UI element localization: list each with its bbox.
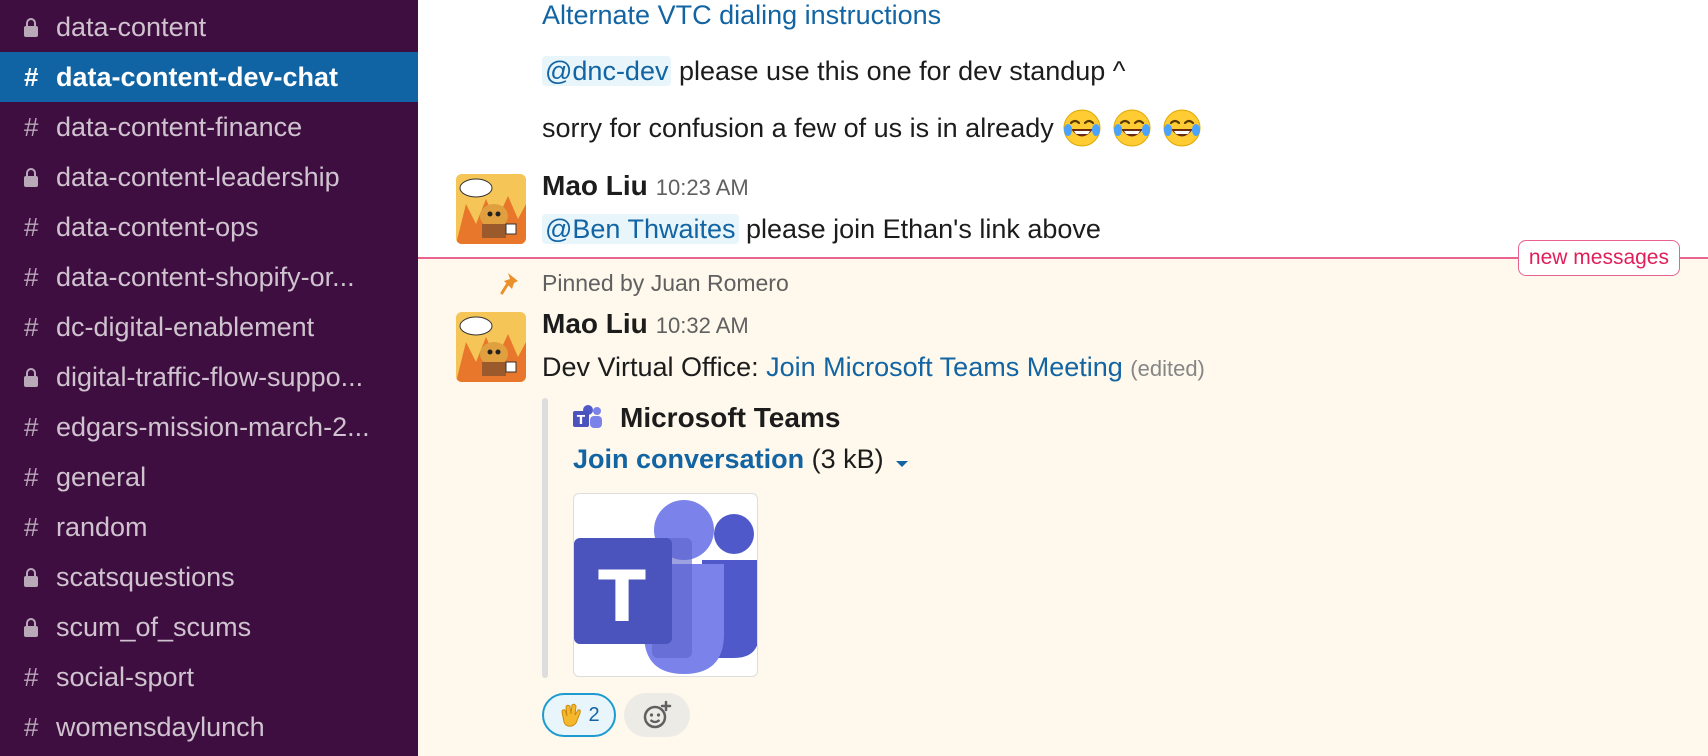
hash-icon: #: [24, 311, 39, 342]
sidebar-item-label: data-content-leadership: [56, 161, 340, 192]
sidebar-item-data-content-dev-chat[interactable]: # data-content-dev-chat: [0, 52, 418, 102]
lock-icon: [24, 167, 56, 187]
sidebar-item-scum_of_scums[interactable]: scum_of_scums: [0, 602, 418, 652]
sidebar-item-label: dc-digital-enablement: [56, 311, 315, 342]
channel-sidebar: data-content # data-content-dev-chat # data-…: [0, 0, 418, 756]
new-messages-badge: new messages: [1517, 240, 1680, 276]
attachment-service-name: Microsoft Teams: [620, 402, 841, 433]
message-header: Mao Liu 10:23 AM: [542, 170, 749, 202]
sidebar-item-label: social-sport: [56, 661, 195, 692]
sidebar-item-womensdaylunch[interactable]: # womensdaylunch: [0, 702, 418, 752]
lock-icon: [24, 17, 56, 37]
sidebar-item-label: general: [56, 461, 147, 492]
sidebar-item-digital-traffic-flow-suppo[interactable]: digital-traffic-flow-suppo...: [0, 352, 418, 402]
clap-reaction[interactable]: 2: [542, 693, 616, 737]
hash-icon: #: [24, 211, 39, 242]
avatar[interactable]: [456, 312, 526, 382]
joy-emoji-icon[interactable]: [1112, 108, 1152, 148]
mention-dnc-dev[interactable]: @dnc-dev: [542, 56, 672, 86]
chevron-down-icon[interactable]: [895, 445, 909, 476]
add-reaction-icon: [642, 700, 672, 730]
sidebar-item-data-content-leadership[interactable]: data-content-leadership: [0, 152, 418, 202]
sidebar-item-label: data-content-finance: [56, 111, 303, 142]
hash-icon: #: [24, 261, 39, 292]
hash-icon: #: [24, 511, 39, 542]
hash-icon: #: [24, 461, 39, 492]
sidebar-item-data-content[interactable]: data-content: [0, 2, 418, 52]
author-name[interactable]: Mao Liu: [542, 170, 648, 202]
hash-icon: #: [24, 61, 39, 92]
pinned-by-label: Pinned by Juan Romero: [542, 270, 789, 296]
sidebar-item-label: data-content-ops: [56, 211, 259, 242]
sidebar-item-label: data-content-dev-chat: [56, 61, 339, 92]
hash-icon: #: [24, 661, 39, 692]
svg-text:T: T: [598, 556, 646, 638]
message-text: Dev Virtual Office:: [542, 352, 759, 382]
pinned-message-body: Dev Virtual Office: Join Microsoft Teams…: [542, 352, 1205, 383]
sidebar-item-label: womensdaylunch: [56, 711, 265, 742]
sidebar-item-scatsquestions[interactable]: scatsquestions: [0, 552, 418, 602]
vtc-instructions-link[interactable]: Alternate VTC dialing instructions: [542, 0, 941, 31]
sidebar-item-general[interactable]: # general: [0, 452, 418, 502]
sidebar-item-data-content-shopify-or[interactable]: # data-content-shopify-or...: [0, 252, 418, 302]
sidebar-item-data-content-ops[interactable]: # data-content-ops: [0, 202, 418, 252]
message-text: please join Ethan's link above: [746, 214, 1101, 244]
sidebar-item-label: scum_of_scums: [56, 611, 252, 642]
message-text: sorry for confusion a few of us is in al…: [542, 112, 1054, 143]
sidebar-item-dc-digital-enablement[interactable]: # dc-digital-enablement: [0, 302, 418, 352]
edited-label: (edited): [1130, 356, 1205, 381]
hash-icon: #: [24, 711, 39, 742]
sidebar-item-label: digital-traffic-flow-suppo...: [56, 361, 364, 392]
sidebar-item-edgars-mission-march-2[interactable]: # edgars-mission-march-2...: [0, 402, 418, 452]
attachment-link-row: Join conversation (3 kB): [573, 444, 909, 476]
message-dnc-dev: @dnc-dev please use this one for dev sta…: [542, 56, 1125, 87]
timestamp[interactable]: 10:23 AM: [656, 175, 749, 201]
hash-icon: #: [24, 111, 39, 142]
sidebar-item-label: random: [56, 511, 148, 542]
pinned-message-header: Mao Liu 10:32 AM: [542, 308, 749, 340]
sidebar-item-label: data-content-shopify-or...: [56, 261, 355, 292]
new-messages-divider: [418, 257, 1708, 259]
message-text: please use this one for dev standup ^: [678, 56, 1126, 86]
sidebar-item-random[interactable]: # random: [0, 502, 418, 552]
hash-icon: #: [24, 411, 39, 442]
clap-emoji-icon: [558, 702, 584, 728]
reaction-count: 2: [588, 703, 600, 726]
pin-icon: [500, 271, 522, 300]
author-name[interactable]: Mao Liu: [542, 308, 648, 340]
microsoft-teams-icon: T: [573, 405, 603, 436]
lock-icon: [24, 567, 56, 587]
sidebar-item-data-content-finance[interactable]: # data-content-finance: [0, 102, 418, 152]
attachment-size: (3 kB): [811, 444, 884, 474]
add-reaction-button[interactable]: [624, 693, 690, 737]
sidebar-item-label: scatsquestions: [56, 561, 235, 592]
sidebar-item-social-sport[interactable]: # social-sport: [0, 652, 418, 702]
sidebar-item-label: edgars-mission-march-2...: [56, 411, 370, 442]
joy-emoji-icon[interactable]: [1062, 108, 1102, 148]
sidebar-item-label: data-content: [56, 11, 207, 42]
lock-icon: [24, 617, 56, 637]
message-sorry: sorry for confusion a few of us is in al…: [542, 108, 1202, 148]
attachment-border: [542, 398, 548, 678]
teams-logo-preview[interactable]: T: [573, 493, 758, 677]
lock-icon: [24, 367, 56, 387]
avatar[interactable]: [456, 174, 526, 244]
join-conversation-link[interactable]: Join conversation: [573, 444, 804, 474]
timestamp[interactable]: 10:32 AM: [656, 313, 749, 339]
join-teams-meeting-link[interactable]: Join Microsoft Teams Meeting: [766, 352, 1123, 382]
mention-ben-thwaites[interactable]: @Ben Thwaites: [542, 214, 739, 244]
svg-text:T: T: [577, 413, 586, 427]
message-ben: @Ben Thwaites please join Ethan's link a…: [542, 214, 1101, 245]
joy-emoji-icon[interactable]: [1162, 108, 1202, 148]
